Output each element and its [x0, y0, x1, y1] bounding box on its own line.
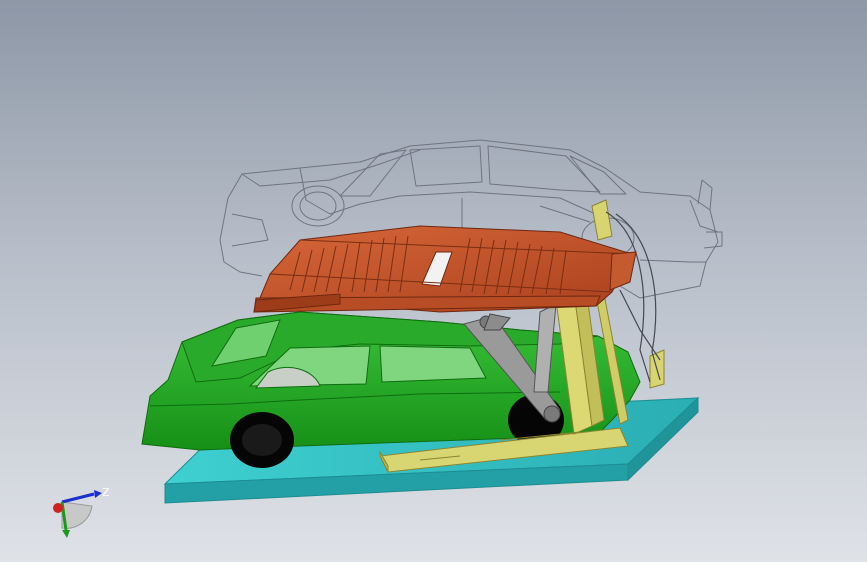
z-axis-icon: [61, 492, 95, 504]
tilting-platform: [253, 225, 637, 313]
z-axis-label: Z: [102, 486, 110, 499]
coordinate-triad: Z: [53, 486, 110, 538]
cad-viewport[interactable]: Z: [0, 0, 867, 562]
x-axis-icon: [53, 503, 63, 513]
